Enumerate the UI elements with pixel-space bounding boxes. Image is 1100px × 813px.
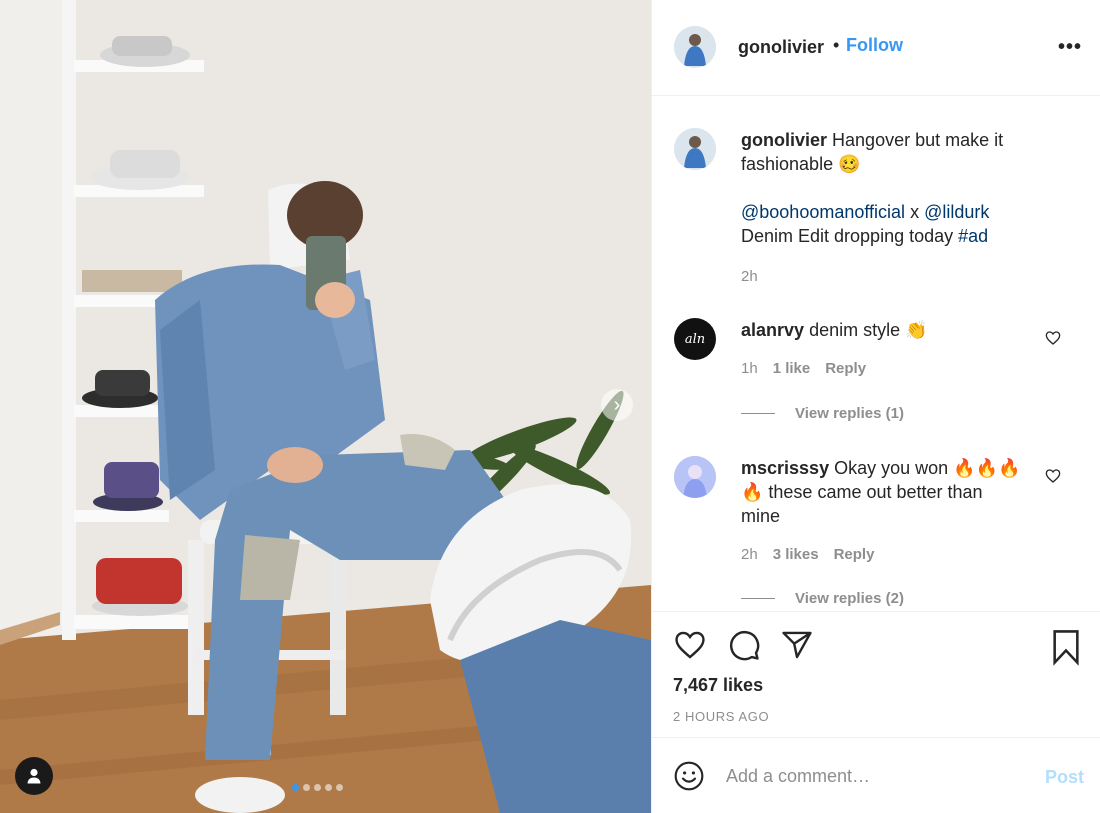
post-comment-button[interactable]: Post: [1045, 767, 1084, 788]
bookmark-icon[interactable]: [1049, 628, 1083, 666]
hashtag-link[interactable]: #ad: [958, 226, 988, 246]
comment-meta: 1h 1 like Reply: [741, 360, 881, 377]
avatar[interactable]: aln: [674, 318, 716, 360]
comment-text-line: alanrvy denim style 👏: [741, 318, 928, 342]
post-details-panel: gonolivier • Follow ••• gonolivier Hango…: [651, 0, 1100, 813]
post-header: gonolivier • Follow •••: [652, 0, 1100, 96]
profile-photo: [674, 456, 716, 498]
view-replies-button[interactable]: View replies (2): [741, 590, 904, 607]
caption-text: x: [905, 202, 925, 222]
profile-photo: [674, 26, 716, 68]
tagged-users-button[interactable]: [15, 757, 53, 795]
chevron-right-icon: ›: [613, 393, 621, 416]
caption-line: fashionable 🥴: [741, 154, 861, 174]
comment-text-line: mscrisssy Okay you won 🔥🔥🔥: [741, 456, 1020, 480]
comment-text: Okay you won 🔥🔥🔥: [834, 458, 1021, 478]
comment-username[interactable]: mscrisssy: [741, 458, 829, 478]
view-replies-button[interactable]: View replies (1): [741, 405, 904, 422]
emoji-icon[interactable]: [673, 760, 705, 792]
post-photo[interactable]: ›: [0, 0, 651, 813]
reply-button[interactable]: Reply: [834, 546, 875, 563]
caption-text: Denim Edit dropping today: [741, 226, 959, 246]
comment-likes[interactable]: 3 likes: [773, 546, 819, 563]
avatar-logo: aln: [684, 331, 706, 347]
header-separator: •: [833, 35, 840, 55]
comment-timestamp[interactable]: 2h: [741, 546, 758, 563]
caption-line: gonolivier Hangover but make it: [741, 128, 1003, 152]
profile-photo: [674, 128, 716, 170]
comment-timestamp[interactable]: 1h: [741, 360, 758, 377]
comment-username[interactable]: alanrvy: [741, 320, 804, 340]
view-replies-label: View replies (1): [795, 405, 904, 422]
caption-line: Denim Edit dropping today #ad: [741, 224, 988, 248]
replies-divider: [741, 598, 775, 599]
mention-link[interactable]: @boohoomanofficial: [741, 202, 905, 222]
avatar[interactable]: [674, 128, 716, 170]
follow-button[interactable]: Follow: [846, 35, 903, 56]
more-options-icon[interactable]: •••: [1058, 36, 1082, 59]
add-comment-bar: Post: [652, 737, 1100, 813]
view-replies-label: View replies (2): [795, 590, 904, 607]
carousel-dot: [303, 784, 310, 791]
caption-username[interactable]: gonolivier: [741, 130, 827, 150]
caption-text: Hangover but make it: [832, 130, 1004, 150]
comment-like-icon[interactable]: [1045, 468, 1061, 484]
carousel-dot: [325, 784, 332, 791]
carousel-dot: [336, 784, 343, 791]
reply-button[interactable]: Reply: [825, 360, 866, 377]
next-photo-button[interactable]: ›: [601, 389, 633, 421]
comment-bubble-icon[interactable]: [727, 628, 761, 662]
mention-link[interactable]: @lildurk: [924, 202, 989, 222]
comment-text-line: mine: [741, 506, 781, 526]
avatar[interactable]: [674, 456, 716, 498]
post-image: [0, 0, 651, 813]
carousel-dot: [292, 784, 299, 791]
post-timestamp[interactable]: 2 HOURS AGO: [673, 709, 769, 724]
replies-divider: [741, 413, 775, 414]
comment-input[interactable]: [726, 761, 1016, 791]
share-direct-icon[interactable]: [780, 628, 814, 662]
likes-count[interactable]: 7,467 likes: [673, 675, 763, 696]
comments-list[interactable]: gonolivier Hangover but make it fashiona…: [652, 97, 1100, 611]
post-actions: 7,467 likes 2 HOURS AGO: [652, 611, 1100, 737]
caption-timestamp[interactable]: 2h: [741, 268, 758, 285]
user-icon: [27, 768, 41, 784]
avatar[interactable]: [674, 26, 716, 68]
comment-text: denim style 👏: [809, 320, 928, 340]
carousel-indicator: [292, 784, 343, 791]
comment-like-icon[interactable]: [1045, 330, 1061, 346]
comment-likes[interactable]: 1 like: [773, 360, 811, 377]
header-username[interactable]: gonolivier: [738, 37, 824, 58]
comment-text-line: 🔥 these came out better than: [741, 482, 983, 502]
like-heart-icon[interactable]: [673, 628, 707, 662]
caption-line: @boohoomanofficial x @lildurk: [741, 200, 989, 224]
carousel-dot: [314, 784, 321, 791]
comment-meta: 2h 3 likes Reply: [741, 546, 889, 563]
